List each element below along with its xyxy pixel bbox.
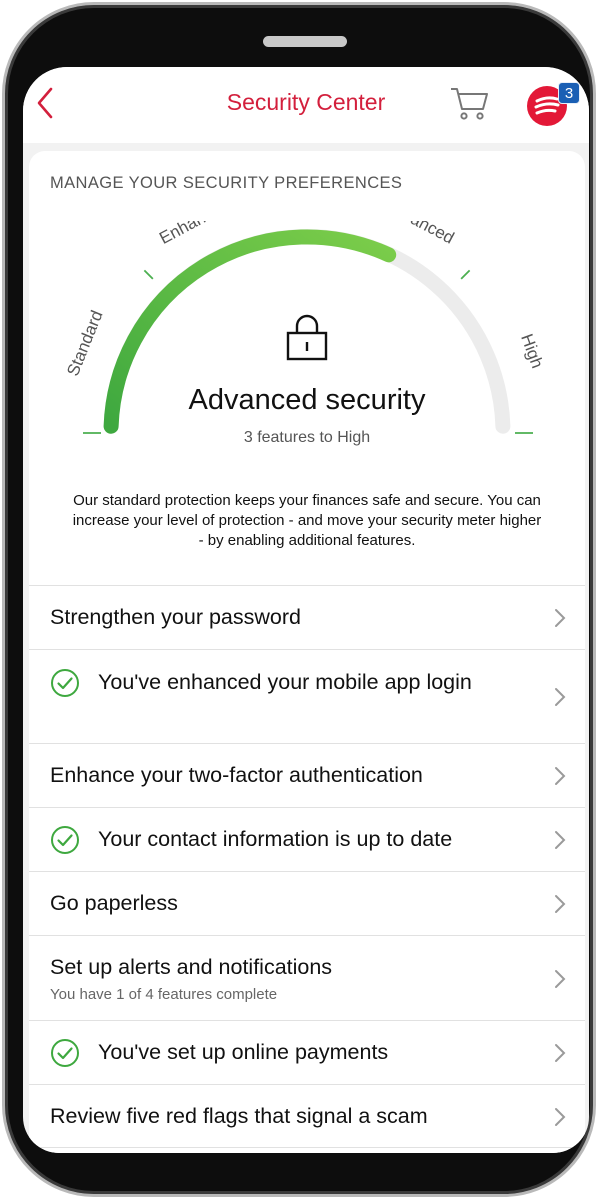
list-item-alerts[interactable]: Set up alerts and notifications You have…	[29, 935, 585, 1020]
level-label-standard: Standard	[63, 308, 106, 379]
page-title: Security Center	[226, 89, 386, 115]
speaker-grille	[263, 36, 347, 47]
screen: Security Center 3 MANAGE YOUR SECURITY P…	[23, 67, 589, 1153]
chevron-right-icon	[555, 767, 566, 785]
security-level-subtitle: 3 features to High	[243, 429, 371, 446]
section-heading: MANAGE YOUR SECURITY PREFERENCES	[50, 174, 403, 192]
security-meter: Standard Enhanced Advanced High	[63, 221, 547, 434]
item-title: Strengthen your password	[50, 605, 301, 629]
cart-button[interactable]	[447, 83, 491, 123]
item-title: You've enhanced your mobile app login	[98, 670, 472, 694]
chevron-right-icon	[555, 688, 566, 706]
chevron-right-icon	[555, 609, 566, 627]
cart-icon	[451, 88, 488, 120]
list-item-paperless[interactable]: Go paperless	[29, 871, 585, 935]
list-item-online-payments[interactable]: You've set up online payments	[29, 1020, 585, 1084]
item-title: You've set up online payments	[98, 1040, 389, 1064]
meter-tick	[143, 269, 154, 280]
level-label-advanced: Advanced	[382, 221, 458, 248]
chevron-right-icon	[555, 1044, 566, 1062]
phone-frame: Security Center 3 MANAGE YOUR SECURITY P…	[2, 2, 596, 1197]
list-item-two-factor[interactable]: Enhance your two-factor authentication	[29, 743, 585, 807]
security-card: MANAGE YOUR SECURITY PREFERENCES Standar…	[29, 151, 585, 1153]
chevron-right-icon	[555, 1108, 566, 1126]
item-title: Set up alerts and notifications	[50, 955, 333, 979]
profile-button[interactable]: 3	[527, 81, 580, 127]
list-item-red-flags[interactable]: Review five red flags that signal a scam	[29, 1084, 585, 1148]
meter-tick	[460, 269, 471, 280]
check-circle-icon	[51, 1039, 79, 1067]
item-subtitle: You have 1 of 4 features complete	[50, 986, 278, 1003]
check-circle-icon	[51, 826, 79, 854]
security-level-title: Advanced security	[188, 384, 426, 416]
item-title: Enhance your two-factor authentication	[50, 763, 423, 787]
notification-badge: 3	[558, 82, 580, 104]
list-item-password[interactable]: Strengthen your password	[29, 585, 585, 649]
level-label-enhanced: Enhanced	[156, 221, 233, 248]
feature-list: Strengthen your password You've enhanced…	[29, 585, 585, 1148]
lock-icon	[286, 314, 328, 361]
chevron-right-icon	[555, 831, 566, 849]
chevron-right-icon	[555, 895, 566, 913]
item-title: Your contact information is up to date	[98, 827, 453, 851]
item-title: Go paperless	[50, 891, 178, 915]
nav-bar: Security Center 3	[23, 67, 589, 143]
security-description: Our standard protection keeps your finan…	[72, 492, 542, 549]
chevron-right-icon	[555, 970, 566, 988]
list-item-contact-info[interactable]: Your contact information is up to date	[29, 807, 585, 871]
level-label-high: High	[517, 331, 547, 370]
check-circle-icon	[51, 669, 79, 697]
item-title: Review five red flags that signal a scam	[50, 1104, 428, 1128]
list-item-mobile-login[interactable]: You've enhanced your mobile app login	[29, 649, 585, 743]
